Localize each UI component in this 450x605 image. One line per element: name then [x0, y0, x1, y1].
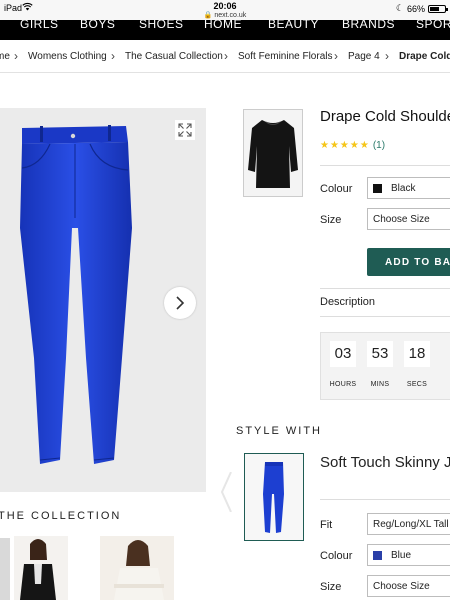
chevron-right-icon — [176, 296, 185, 310]
status-right: ☾ 66% — [395, 3, 448, 14]
url-text: next.co.uk — [214, 12, 247, 19]
product-thumbnail[interactable] — [243, 109, 303, 197]
breadcrumb-soft-feminine-florals[interactable]: Soft Feminine Florals — [238, 51, 332, 62]
clock: 20:06 — [213, 1, 237, 11]
nav-item-beauty[interactable]: BEAUTY — [268, 20, 319, 31]
divider — [320, 316, 450, 317]
divider — [320, 165, 450, 166]
divider — [320, 499, 450, 500]
style-with-thumbnail[interactable] — [244, 453, 304, 541]
battery-percent: 66% — [406, 3, 425, 14]
battery-icon — [428, 4, 448, 13]
countdown-hours: 03 — [330, 341, 356, 367]
breadcrumb: me › Womens Clothing › The Casual Collec… — [0, 40, 450, 73]
style-with-title: Soft Touch Skinny J — [320, 454, 450, 471]
product-rating[interactable]: ★★★★★ (1) — [320, 140, 385, 151]
fit-value: Reg/Long/XL Tall — [373, 519, 449, 530]
next-image-button[interactable] — [164, 287, 196, 319]
colour-label-2: Colour — [320, 550, 353, 562]
status-bar: iPad 20:06 🔒 next.co.uk ☾ 66% — [0, 0, 450, 20]
fit-label: Fit — [320, 519, 333, 531]
add-to-bag-label: ADD TO BAG — [385, 257, 450, 268]
star-rating-icon: ★★★★★ — [320, 140, 370, 151]
colour-select[interactable]: Black — [367, 177, 450, 199]
size-value: Choose Size — [373, 214, 430, 225]
add-to-bag-button[interactable]: ADD TO BAG — [367, 248, 450, 276]
breadcrumb-home[interactable]: me — [0, 51, 10, 62]
colour-label: Colour — [320, 183, 353, 195]
top-nav: GIRLS BOYS SHOES HOME BEAUTY BRANDS SPOR… — [0, 20, 450, 40]
colour-value-2: Blue — [391, 550, 412, 561]
breadcrumb-page-4[interactable]: Page 4 — [348, 51, 380, 62]
colour-swatch — [373, 551, 382, 560]
nav-item-girls[interactable]: GIRLS — [20, 20, 59, 31]
collection-images — [0, 534, 206, 600]
colour-value: Black — [391, 183, 416, 194]
colour-swatch — [373, 184, 382, 193]
collection-heading-text: THE COLLECTION — [0, 510, 122, 522]
colour-select-2[interactable]: Blue — [367, 544, 450, 566]
nav-item-boys[interactable]: BOYS — [80, 20, 115, 31]
size-select[interactable]: Choose Size — [367, 208, 450, 230]
countdown-hours-label: HOURS — [329, 381, 357, 388]
countdown-minutes-label: MINS — [370, 381, 390, 388]
countdown-seconds: 18 — [404, 341, 430, 367]
fit-select[interactable]: Reg/Long/XL Tall — [367, 513, 450, 535]
divider — [320, 288, 450, 289]
nav-item-home[interactable]: HOME — [204, 20, 242, 31]
chevron-right-icon: › — [385, 49, 389, 63]
black-top-image — [248, 120, 298, 188]
collapse-arrow-icon — [220, 471, 232, 513]
chevron-right-icon: › — [224, 49, 228, 63]
size-label: Size — [320, 214, 342, 226]
chevron-right-icon: › — [14, 49, 18, 63]
countdown-seconds-label: SECS — [406, 381, 428, 388]
size-label-2: Size — [320, 581, 342, 593]
breadcrumb-womens-clothing[interactable]: Womens Clothing — [28, 51, 107, 62]
style-with-heading: STYLE WITH — [236, 425, 323, 437]
size-value-2: Choose Size — [373, 581, 430, 592]
breadcrumb-casual-collection[interactable]: The Casual Collection — [125, 51, 223, 62]
moon-icon: ☾ — [395, 3, 404, 13]
expand-icon[interactable] — [175, 120, 195, 140]
rating-count[interactable]: (1) — [373, 140, 385, 151]
countdown-minutes: 53 — [367, 341, 393, 367]
url-label[interactable]: 🔒 next.co.uk — [0, 11, 450, 19]
collection-heading: THE COLLECTION — [0, 510, 121, 522]
delivery-countdown: 03 53 18 HOURS MINS SECS — [320, 332, 450, 400]
size-select-2[interactable]: Choose Size — [367, 575, 450, 597]
chevron-right-icon: › — [334, 49, 338, 63]
product-title: Drape Cold Shoulder — [320, 108, 450, 125]
nav-item-shoes[interactable]: SHOES — [139, 20, 184, 31]
chevron-right-icon: › — [111, 49, 115, 63]
description-toggle[interactable]: Description — [320, 296, 375, 308]
collection-carousel[interactable] — [0, 534, 206, 600]
nav-item-brands[interactable]: BRANDS — [342, 20, 395, 31]
nav-item-sports[interactable]: SPORTS — [416, 20, 450, 31]
blue-jeans-image — [263, 462, 284, 533]
breadcrumb-current: Drape Cold Sh — [399, 51, 450, 62]
